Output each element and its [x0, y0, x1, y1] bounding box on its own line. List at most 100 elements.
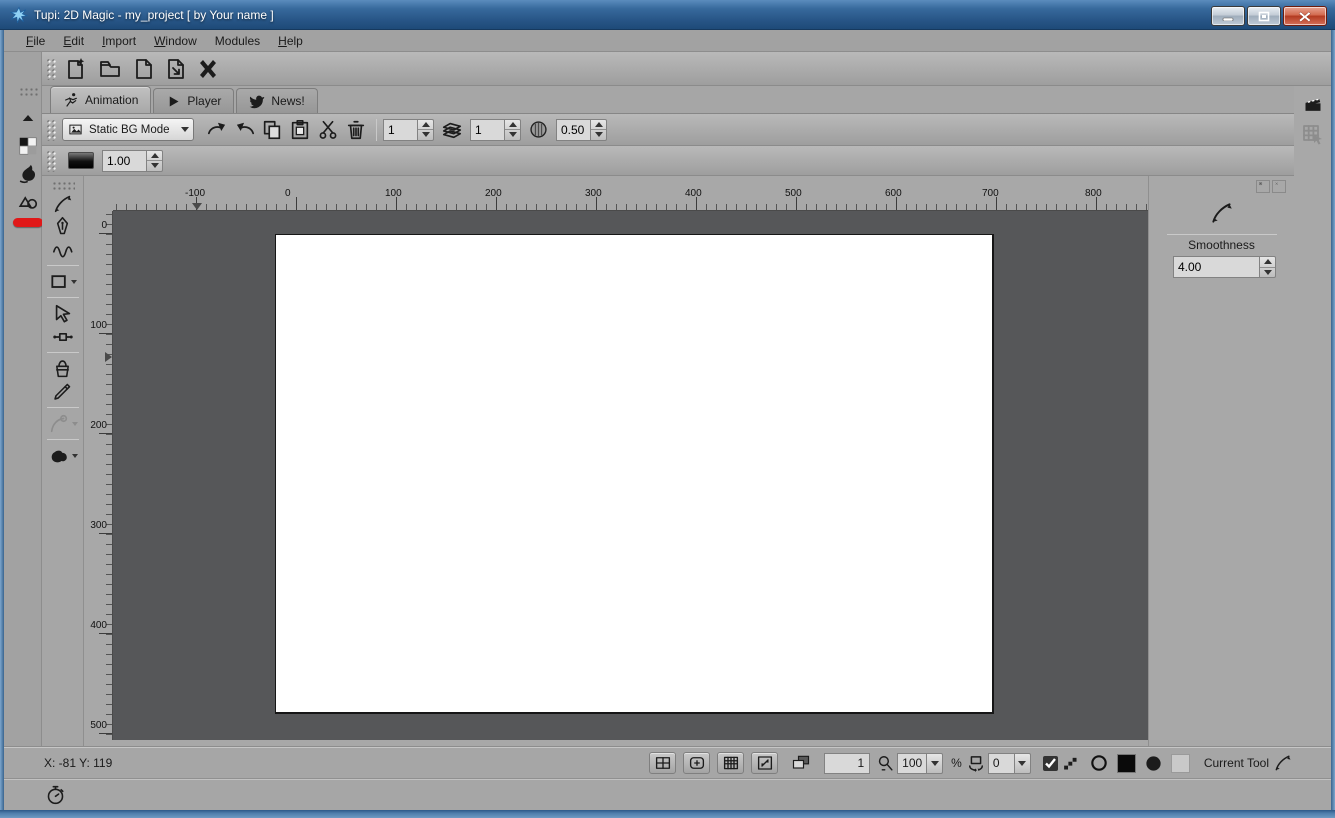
contour-color-swatch[interactable] — [1117, 754, 1136, 773]
smoothness-input[interactable] — [1173, 256, 1259, 278]
app-logo-icon — [10, 6, 28, 24]
ink-tool-button[interactable] — [46, 215, 80, 238]
node-selection-tool-button[interactable] — [46, 325, 80, 348]
opacity-factor-input[interactable] — [556, 119, 590, 141]
fill-tool-button[interactable] — [46, 357, 80, 380]
fit-canvas-button[interactable] — [751, 752, 778, 774]
separator — [47, 352, 79, 353]
tab-animation[interactable]: Animation — [50, 86, 151, 113]
menu-modules[interactable]: Modules — [207, 32, 268, 50]
document-export-icon — [164, 57, 188, 81]
window-frame-bottom — [0, 810, 1335, 818]
menu-file[interactable]: File — [18, 32, 53, 50]
ruler-label: 400 — [685, 188, 702, 199]
exposure-sheet-button[interactable] — [1299, 122, 1327, 148]
new-document-icon — [64, 57, 88, 81]
menu-help[interactable]: Help — [270, 32, 311, 50]
cursor-x-marker — [192, 203, 202, 210]
fill-color-swatch[interactable] — [1171, 754, 1190, 773]
spin-down-button[interactable] — [591, 130, 606, 140]
antialias-checkbox[interactable] — [1043, 756, 1058, 771]
separator — [47, 439, 79, 440]
color-palette-button[interactable] — [15, 134, 41, 158]
save-project-as-button[interactable] — [162, 55, 190, 83]
ruler-label: -100 — [185, 188, 205, 199]
scenes-button[interactable] — [1299, 92, 1327, 118]
vector-shapes-button[interactable] — [15, 190, 41, 214]
tab-label: Animation — [85, 93, 138, 107]
spin-up-button[interactable] — [147, 151, 162, 162]
spin-down-button[interactable] — [505, 130, 520, 140]
open-project-button[interactable] — [96, 55, 124, 83]
chevron-down-icon — [181, 127, 189, 132]
selection-tool-button[interactable] — [46, 302, 80, 325]
tab-player[interactable]: Player — [153, 88, 234, 113]
paste-button[interactable] — [286, 116, 314, 144]
tween-curve-icon — [48, 413, 70, 435]
zoom-combo[interactable]: 100 — [897, 753, 943, 774]
minimize-button[interactable] — [1211, 6, 1245, 26]
cut-button[interactable] — [314, 116, 342, 144]
ruler-label: 800 — [1085, 188, 1102, 199]
maximize-button[interactable] — [1247, 6, 1281, 26]
polyline-tool-button[interactable] — [46, 238, 80, 261]
window-title: Tupi: 2D Magic - my_project [ by Your na… — [34, 8, 274, 22]
tab-news[interactable]: News! — [236, 88, 317, 113]
onion-skin-next-input[interactable] — [470, 119, 504, 141]
redo-button[interactable] — [230, 116, 258, 144]
timer-button[interactable] — [42, 782, 68, 808]
spin-down-button[interactable] — [1260, 268, 1275, 278]
onion-skin-prev-input[interactable] — [383, 119, 417, 141]
zoom-dropdown-button[interactable] — [926, 753, 943, 774]
spin-up-button[interactable] — [591, 120, 606, 131]
menu-window[interactable]: Window — [146, 32, 205, 50]
spin-up-button[interactable] — [418, 120, 433, 131]
panel-detach-button[interactable] — [1256, 180, 1270, 193]
bg-mode-combo[interactable]: Static BG Mode — [62, 118, 194, 141]
pencil-tool-button[interactable] — [46, 192, 80, 215]
grid-dense-icon — [721, 754, 741, 772]
frame-number-field[interactable]: 1 — [824, 753, 870, 774]
spin-up-button[interactable] — [1260, 257, 1275, 268]
shapes-tool-button[interactable] — [46, 270, 80, 293]
spin-up-button[interactable] — [505, 120, 520, 131]
brush-tool-button[interactable] — [46, 380, 80, 403]
motion-tool-button[interactable] — [46, 444, 80, 467]
antialias-icon — [1062, 755, 1079, 772]
thickness-input[interactable] — [102, 150, 146, 172]
undo-button[interactable] — [202, 116, 230, 144]
left-dock — [4, 52, 42, 746]
toolbar-drag-handle[interactable] — [46, 58, 56, 80]
spin-down-button[interactable] — [418, 130, 433, 140]
rotation-dropdown-button[interactable] — [1014, 753, 1031, 774]
undo-icon — [205, 118, 228, 141]
tweening-tool-button[interactable] — [46, 412, 80, 435]
title-bar[interactable]: Tupi: 2D Magic - my_project [ by Your na… — [0, 0, 1335, 30]
safe-area-button[interactable] — [683, 752, 710, 774]
menu-import[interactable]: Import — [94, 32, 144, 50]
dense-grid-button[interactable] — [717, 752, 744, 774]
menu-edit[interactable]: Edit — [55, 32, 92, 50]
save-project-button[interactable] — [130, 55, 158, 83]
panel-close-button[interactable] — [1272, 180, 1286, 193]
spin-down-button[interactable] — [147, 161, 162, 171]
ink-bottle-icon — [17, 163, 39, 185]
expand-arrow-button[interactable] — [15, 106, 41, 130]
toolbar-drag-handle[interactable] — [46, 150, 56, 172]
close-project-button[interactable] — [194, 55, 222, 83]
dock-drag-handle[interactable] — [18, 86, 38, 98]
new-project-button[interactable] — [62, 55, 90, 83]
clapperboard-icon — [1302, 95, 1324, 115]
panel-drag-handle[interactable] — [51, 180, 75, 190]
copy-button[interactable] — [258, 116, 286, 144]
drawing-canvas[interactable] — [275, 234, 994, 714]
bg-mode-value: Static BG Mode — [89, 124, 170, 136]
cursor-y-marker — [105, 352, 112, 362]
brush-settings-button[interactable] — [15, 162, 41, 186]
show-grid-button[interactable] — [649, 752, 676, 774]
rotation-combo[interactable]: 0 — [988, 753, 1031, 774]
toolbar-drag-handle[interactable] — [46, 119, 56, 141]
close-button[interactable] — [1283, 6, 1327, 26]
brush-preview-button[interactable] — [68, 152, 94, 169]
delete-button[interactable] — [342, 116, 370, 144]
